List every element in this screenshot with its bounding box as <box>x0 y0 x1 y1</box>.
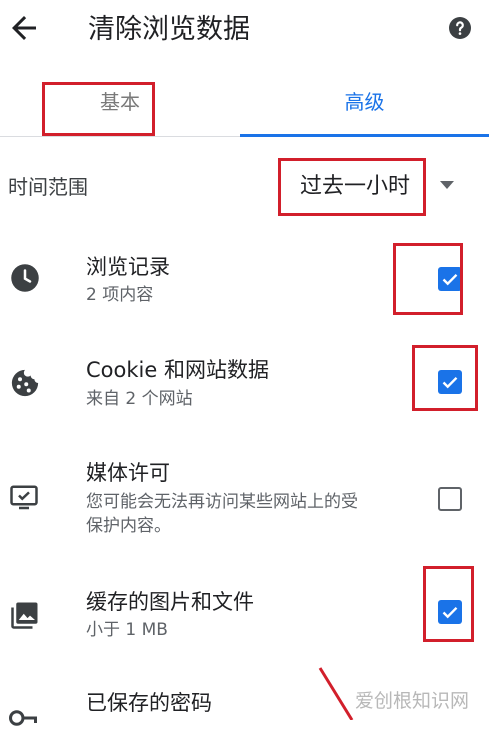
item-subtitle-line-1: 您可能会无法再访问某些网站上的受 <box>86 492 358 512</box>
item-subtitle-line-2: 保护内容。 <box>86 516 171 536</box>
item-title: 已保存的密码 <box>86 691 212 715</box>
time-range-label: 时间范围 <box>8 175 88 199</box>
item-subtitle: 2 项内容 <box>86 285 154 305</box>
item-subtitle: 小于 1 MB <box>86 620 168 640</box>
cookie-icon <box>11 369 39 397</box>
key-icon <box>9 710 37 726</box>
active-tab-indicator <box>240 134 489 137</box>
item-title: 浏览记录 <box>86 255 170 279</box>
item-subtitle: 来自 2 个网站 <box>86 389 193 409</box>
image-icon <box>11 602 38 629</box>
item-title: 缓存的图片和文件 <box>86 590 254 614</box>
monitor-check-icon <box>10 485 38 510</box>
watermark-text: 爱创根知识网 <box>355 690 470 712</box>
checkbox-media-licenses[interactable] <box>438 487 462 511</box>
dropdown-caret-icon[interactable] <box>440 181 454 189</box>
item-title: 媒体许可 <box>86 461 170 485</box>
clock-icon <box>11 264 39 292</box>
help-circle-icon[interactable] <box>448 16 472 40</box>
annotation-box-checkbox-2 <box>412 345 478 411</box>
arrow-left-icon[interactable] <box>6 10 42 46</box>
annotation-box-time-range <box>278 158 426 216</box>
annotation-box-checkbox-4 <box>423 566 474 642</box>
app-bar: 清除浏览数据 <box>0 0 489 62</box>
item-title: Cookie 和网站数据 <box>86 358 269 382</box>
annotation-box-checkbox-1 <box>393 243 463 315</box>
annotation-box-basic-tab <box>42 82 155 136</box>
tab-advanced[interactable]: 高级 <box>240 70 489 134</box>
page-title: 清除浏览数据 <box>88 14 250 45</box>
